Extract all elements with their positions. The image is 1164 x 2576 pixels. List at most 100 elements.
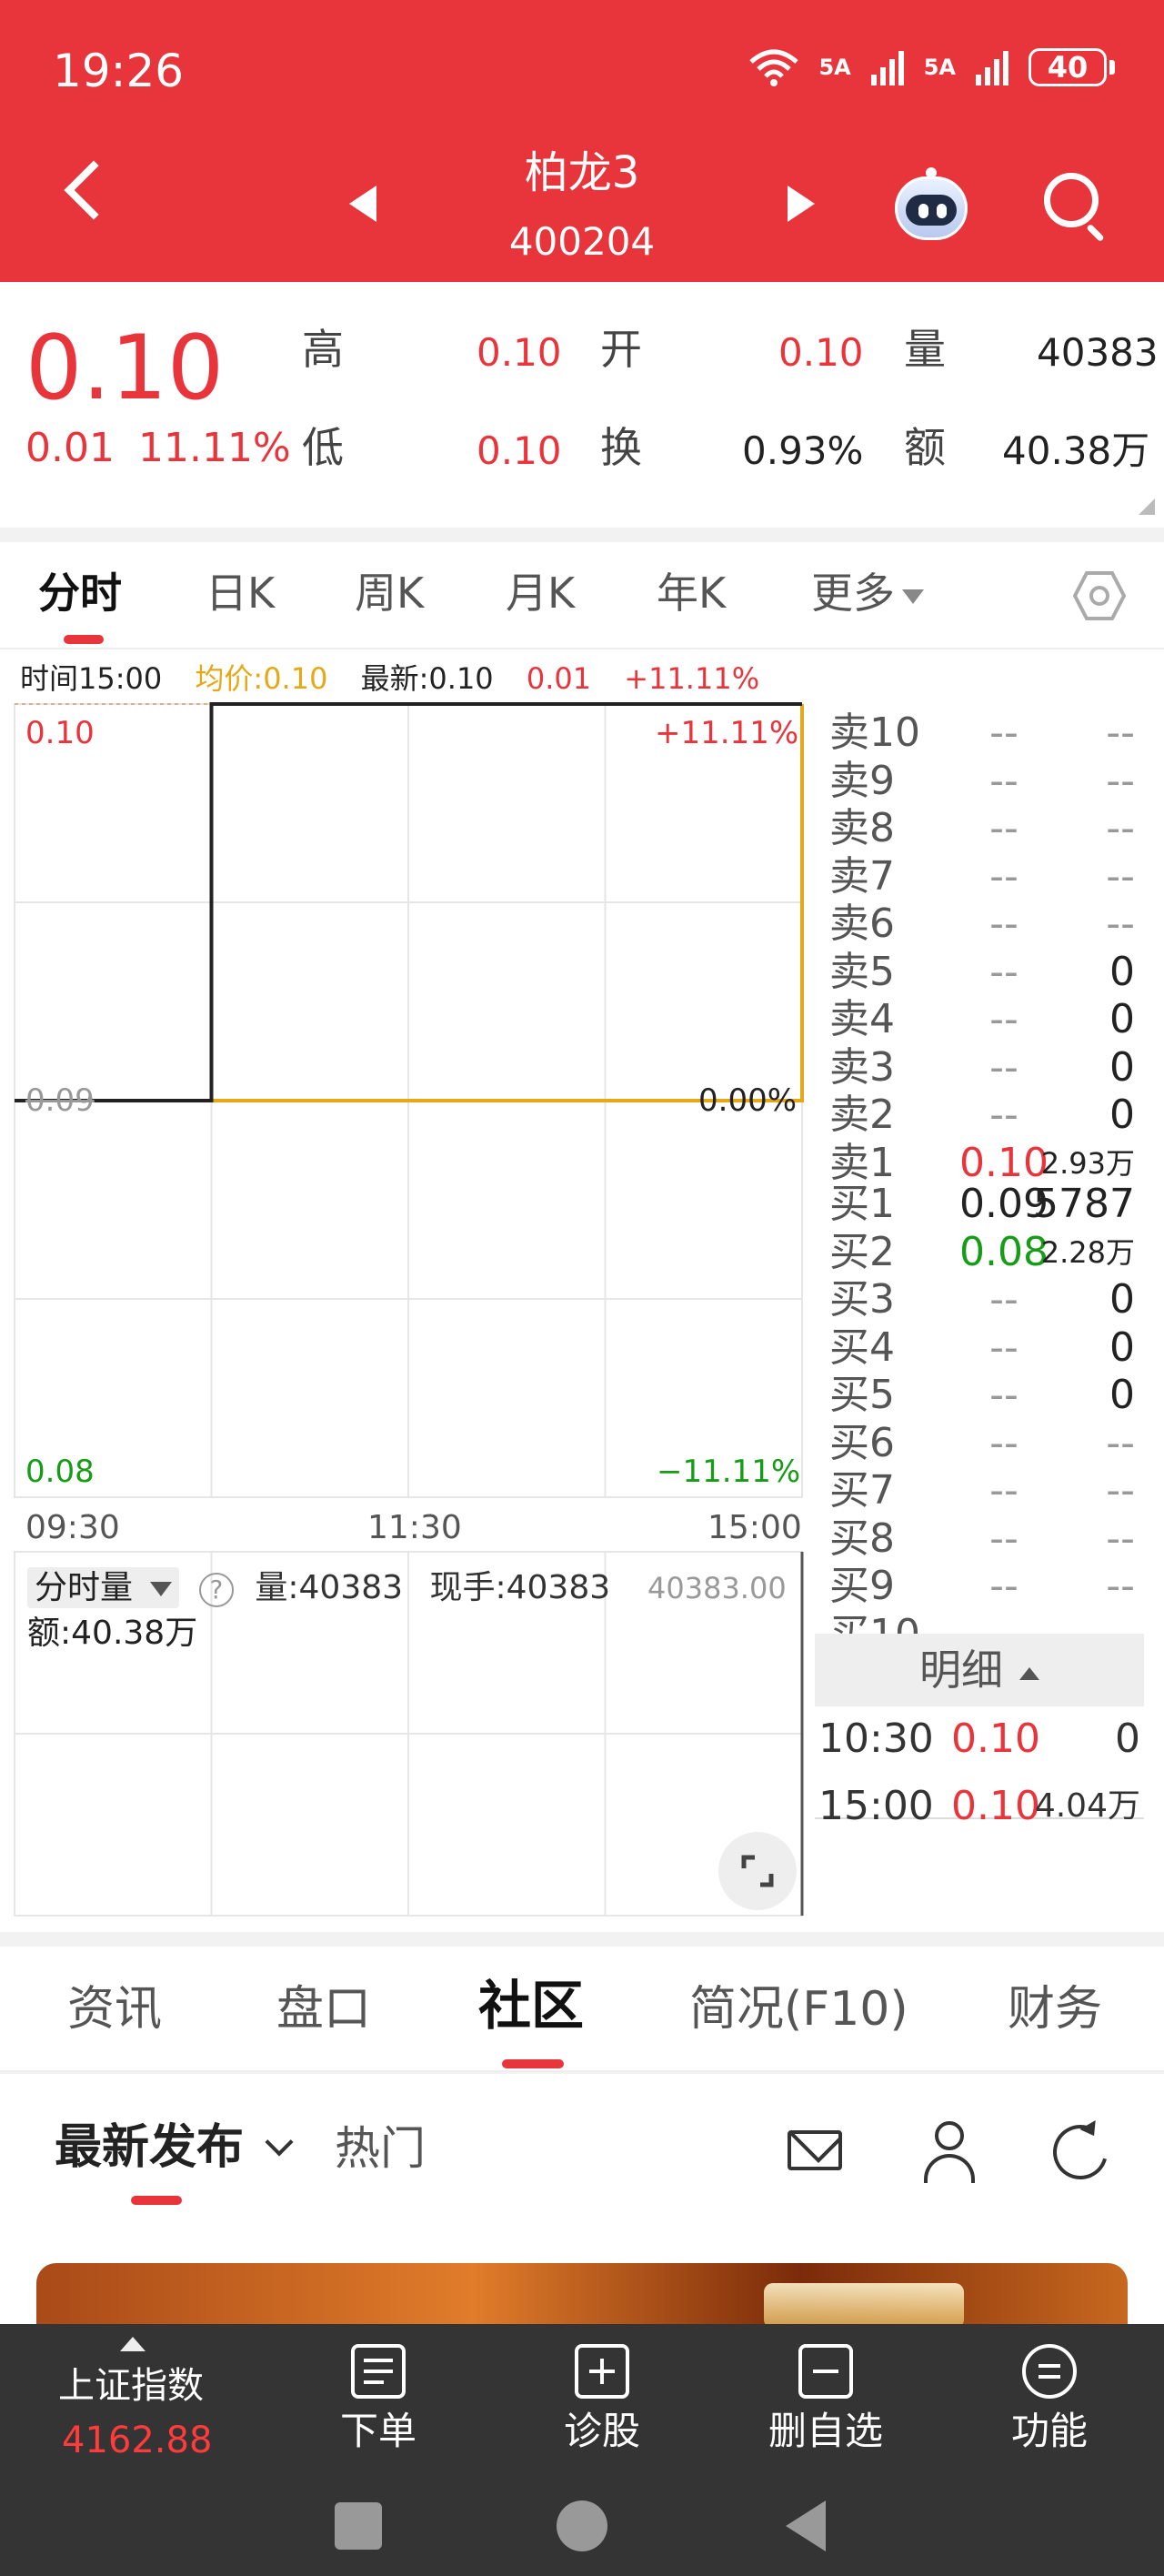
section-tabs: 资讯 盘口 社区 简况(F10) 财务: [0, 1947, 1164, 2072]
sell-price: --: [989, 852, 1018, 900]
axis-pct-mid: 0.00%: [698, 1082, 798, 1119]
settings-hexagon-icon[interactable]: [1073, 569, 1126, 622]
sell-volume: --: [1106, 757, 1135, 804]
sell-volume: 0: [1109, 996, 1135, 1042]
buy-order-row: 买5 -- 0: [826, 1374, 1135, 1417]
stock-code: 400204: [508, 219, 656, 264]
sell-level-label: 卖9: [829, 757, 895, 804]
buy-price: --: [989, 1419, 1018, 1466]
nav-diagnose[interactable]: 诊股: [529, 2344, 675, 2455]
status-icons: 5A 5A 40: [748, 47, 1115, 87]
sell-order-row: 卖10 -- --: [826, 711, 1135, 755]
tab-f10[interactable]: 简况(F10): [689, 1981, 908, 2038]
volume-label: 量: [904, 325, 946, 374]
detail-toggle[interactable]: 明细: [815, 1634, 1144, 1706]
detail-time: 15:00: [818, 1783, 934, 1829]
volume-current: 现手:40383: [429, 1569, 611, 1606]
volume-amount: 额:40.38万: [27, 1615, 198, 1652]
sell-level-label: 卖10: [829, 709, 920, 756]
filter-hot[interactable]: 热门: [335, 2121, 426, 2176]
prev-stock-icon[interactable]: [349, 186, 376, 222]
sell-volume: --: [1106, 852, 1135, 900]
buy-order-row: 买2 0.08 2.28万: [826, 1230, 1135, 1274]
signal-icon: [870, 51, 904, 86]
buy-volume: 0: [1109, 1276, 1135, 1323]
sell-order-row: 卖1 0.10 2.93万: [826, 1141, 1135, 1185]
sell-order-row: 卖6 -- --: [826, 902, 1135, 946]
search-icon[interactable]: [1044, 173, 1099, 227]
tab-weekly-k[interactable]: 周K: [355, 568, 424, 619]
sell-volume: 0: [1109, 1092, 1135, 1138]
buy-price: --: [989, 1563, 1018, 1609]
buy-level-label: 买1: [829, 1181, 895, 1227]
buy-order-row: 买3 -- 0: [826, 1278, 1135, 1322]
tab-daily-k[interactable]: 日K: [206, 568, 275, 619]
open-value: 0.10: [778, 330, 864, 375]
recents-icon[interactable]: [335, 2502, 382, 2550]
tab-handicap[interactable]: 盘口: [276, 1981, 371, 2038]
sell-order-row: 卖8 -- --: [826, 807, 1135, 850]
home-icon[interactable]: [557, 2501, 607, 2551]
buy-price: --: [989, 1467, 1018, 1514]
collapse-arrow-icon: [1019, 1666, 1039, 1680]
sell-price: --: [989, 996, 1018, 1042]
order-doc-icon: [351, 2344, 406, 2399]
index-name[interactable]: 上证指数: [58, 2364, 204, 2408]
amount-label: 额: [904, 423, 946, 472]
robot-assistant-icon[interactable]: [889, 167, 973, 244]
network-type-1: 5A: [818, 55, 851, 80]
volume-selector[interactable]: 分时量: [27, 1567, 180, 1608]
sell-order-row: 卖2 -- 0: [826, 1093, 1135, 1137]
intraday-price-chart[interactable]: [0, 649, 818, 1923]
turnover-label: 换: [600, 423, 642, 472]
nav-remove-watchlist[interactable]: 删自选: [753, 2344, 898, 2455]
expand-up-icon[interactable]: [120, 2337, 146, 2351]
tab-more-label: 更多: [811, 569, 895, 618]
buy-price: --: [989, 1276, 1018, 1323]
sell-volume: 0: [1109, 948, 1135, 995]
tab-monthly-k[interactable]: 月K: [506, 568, 575, 619]
minus-box-icon: [798, 2344, 853, 2399]
buy-level-label: 买8: [829, 1514, 895, 1562]
axis-price-mid: 0.09: [25, 1082, 95, 1119]
sell-level-label: 卖6: [829, 901, 895, 947]
nav-order[interactable]: 下单: [306, 2344, 451, 2455]
buy-level-label: 买4: [829, 1323, 895, 1371]
active-tab-indicator: [64, 635, 104, 644]
volume-header: 分时量 ? 量:40383 现手:40383: [27, 1567, 611, 1608]
mail-icon[interactable]: [788, 2130, 842, 2170]
refresh-icon[interactable]: [1043, 2115, 1118, 2189]
sell-price: --: [989, 1092, 1018, 1138]
tab-news[interactable]: 资讯: [67, 1981, 162, 2038]
back-icon[interactable]: [786, 2501, 826, 2551]
detail-price: 0.10: [951, 1716, 1040, 1762]
chevron-down-icon[interactable]: [265, 2128, 294, 2157]
bottom-nav: 上证指数 4162.88 下单 诊股 删自选 功能: [0, 2324, 1164, 2479]
turnover-value: 0.93%: [742, 428, 864, 473]
tab-community[interactable]: 社区: [478, 1977, 584, 2034]
nav-remove-watchlist-label: 删自选: [768, 2409, 883, 2453]
low-value: 0.10: [477, 428, 562, 473]
detail-volume: 0: [1115, 1716, 1140, 1762]
volume-total: 量:40383: [255, 1569, 404, 1606]
tab-minute[interactable]: 分时: [38, 568, 122, 619]
help-icon[interactable]: ?: [198, 1573, 234, 1607]
next-stock-icon[interactable]: [788, 186, 815, 222]
time-start-label: 09:30: [25, 1509, 120, 1546]
fullscreen-button[interactable]: [718, 1832, 797, 1910]
buy-order-row: 买7 -- --: [826, 1469, 1135, 1513]
diagnose-plus-icon: [575, 2344, 629, 2399]
filter-indicator: [131, 2196, 182, 2205]
price-change: 0.01 11.11%: [25, 423, 291, 474]
wifi-icon: [749, 49, 799, 86]
expand-corner-icon[interactable]: [1139, 498, 1155, 515]
buy-volume: --: [1106, 1563, 1135, 1609]
tab-more[interactable]: 更多: [811, 568, 924, 619]
filter-newest[interactable]: 最新发布: [55, 2119, 244, 2176]
user-icon[interactable]: [922, 2121, 977, 2185]
nav-functions[interactable]: 功能: [977, 2344, 1122, 2455]
back-arrow-icon[interactable]: [64, 160, 124, 220]
tab-finance[interactable]: 财务: [1008, 1981, 1102, 2038]
tab-yearly-k[interactable]: 年K: [657, 568, 726, 619]
detail-row: 10:30 0.10 0: [818, 1714, 1140, 1765]
